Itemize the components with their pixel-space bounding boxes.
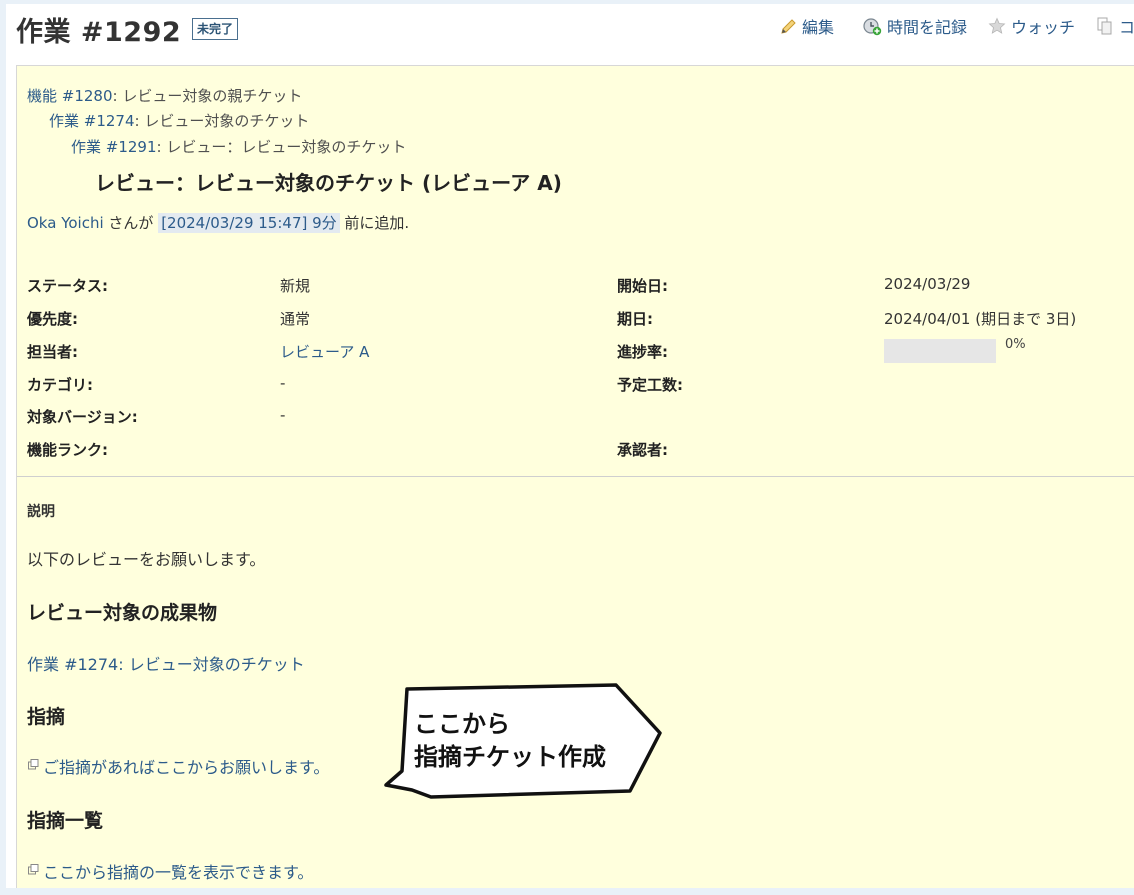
callout-line-2: 指摘チケット作成 [414,743,606,771]
attr-label: 承認者: [617,441,668,459]
status-badge: 未完了 [192,18,239,40]
ancestor-3-subject: : レビュー：レビュー対象のチケット [156,138,407,156]
watch-link[interactable]: ウォッチ [988,14,1075,38]
ancestor-3: 作業 #1291: レビュー：レビュー対象のチケット [71,136,406,157]
edit-label: 編集 [802,18,835,37]
attr-label: 優先度: [27,310,78,328]
attr-value: - [280,374,286,392]
deliverable-issue-link[interactable]: 作業 #1274: レビュー対象のチケット [27,651,305,675]
ancestor-1-subject: : レビュー対象の親チケット [112,87,303,105]
author-line: Oka Yoichi さんが [2024/03/29 15:47] 9分 前に追… [27,212,409,233]
progress-bar [884,339,996,363]
author-mid: さんが [103,214,159,232]
create-finding-link[interactable]: ご指摘があればここからお願いします。 [43,754,329,778]
log-time-link[interactable]: 時間を記録 [862,14,967,38]
attr-label: 予定工数: [617,376,683,394]
page-title: 作業 #1292 [16,17,182,48]
copy-label: コ [1119,18,1134,37]
attr-label: ステータス: [27,277,108,295]
pencil-icon [781,18,796,34]
star-icon [988,17,1006,34]
ancestor-3-link[interactable]: 作業 #1291 [71,138,157,156]
copy-link[interactable]: コ [1096,14,1134,38]
attr-value: 2024/03/29 [884,275,971,293]
section-findings-list-title: 指摘一覧 [27,810,104,832]
watch-label: ウォッチ [1011,18,1076,37]
assignee-link[interactable]: レビューア A [280,341,369,362]
attr-label: 対象バージョン: [27,408,138,426]
attr-label: 期日: [617,310,653,328]
author-suffix: 前に追加. [339,214,410,232]
description-intro: 以下のレビューをお願いします。 [27,550,266,569]
external-link-icon [28,759,39,770]
author-link[interactable]: Oka Yoichi [27,214,104,232]
ancestor-1: 機能 #1280: レビュー対象の親チケット [27,85,302,106]
description-heading: 説明 [27,504,55,520]
attr-label: 進捗率: [617,343,668,361]
attr-label: カテゴリ: [27,376,93,394]
divider [17,476,1134,477]
issue-subject: レビュー：レビュー対象のチケット (レビューア A) [95,171,562,195]
findings-list-link[interactable]: ここから指摘の一覧を表示できます。 [43,859,313,883]
ancestor-1-link[interactable]: 機能 #1280 [27,87,113,105]
progress-percent: 0% [1005,337,1026,352]
callout-text: ここから 指摘チケット作成 [414,708,606,774]
ancestor-2: 作業 #1274: レビュー対象のチケット [49,110,309,131]
attr-value: 通常 [280,310,311,328]
attr-label: 担当者: [27,343,78,361]
attr-value: 新規 [280,277,311,295]
attr-value: 2024/04/01 (期日まで 3日) [884,310,1077,328]
attr-label: 開始日: [617,277,668,295]
ancestor-2-subject: : レビュー対象のチケット [134,112,310,130]
callout-line-1: ここから [414,710,510,738]
section-deliverables-title: レビュー対象の成果物 [27,602,218,624]
clock-add-icon [863,18,882,36]
log-time-label: 時間を記録 [887,18,968,37]
external-link-icon [28,864,39,875]
edit-link[interactable]: 編集 [780,14,834,38]
created-timestamp-link[interactable]: [2024/03/29 15:47] 9分 [158,213,340,233]
section-findings-title: 指摘 [27,706,66,728]
ancestor-2-link[interactable]: 作業 #1274 [49,112,135,130]
copy-icon [1097,17,1112,35]
attr-value: - [280,406,286,424]
attr-label: 機能ランク: [27,441,108,459]
